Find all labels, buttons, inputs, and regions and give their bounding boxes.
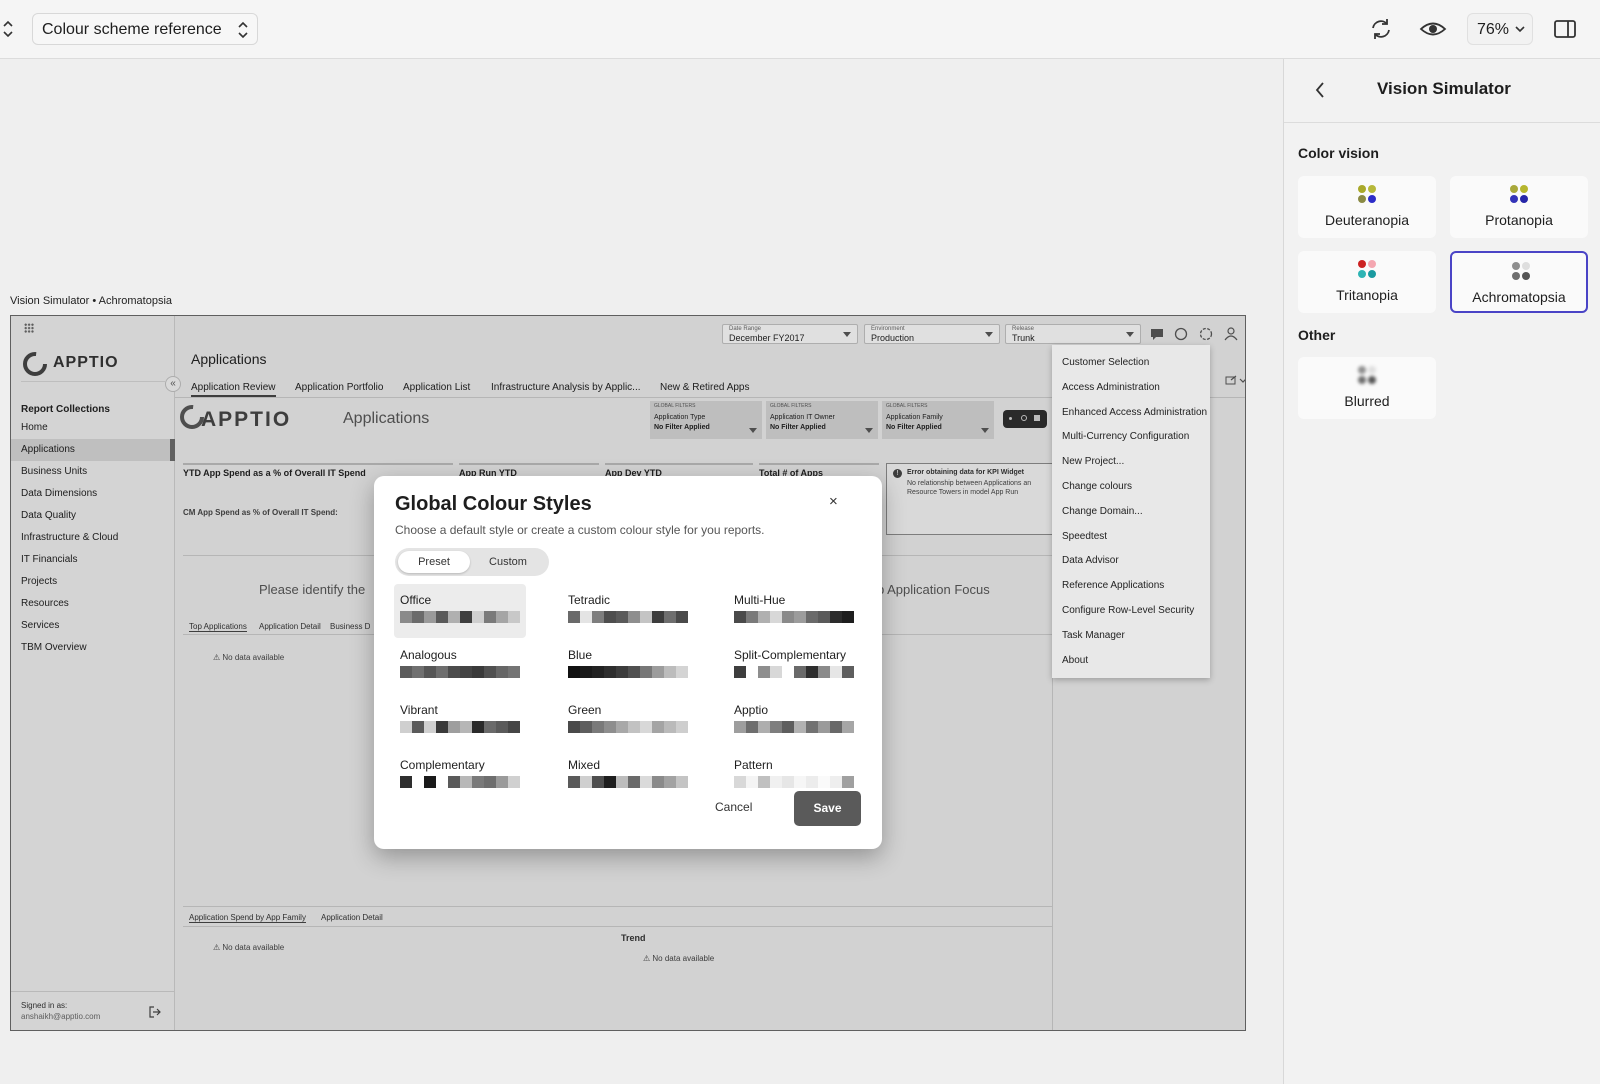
vision-option-tritanopia[interactable]: Tritanopia [1298, 251, 1436, 313]
colour-strip [568, 721, 688, 733]
style-tetradic[interactable]: Tetradic [562, 584, 694, 638]
colour-strip [400, 666, 520, 678]
vision-option-label: Deuteranopia [1324, 212, 1410, 228]
colour-strip [568, 666, 688, 678]
preset-tab[interactable]: Preset [398, 551, 470, 573]
vision-option-label: Blurred [1344, 393, 1390, 409]
style-name: Pattern [734, 758, 773, 772]
vision-option-label: Tritanopia [1336, 287, 1398, 303]
cancel-button[interactable]: Cancel [715, 800, 752, 814]
style-mixed[interactable]: Mixed [562, 749, 694, 803]
refresh-icon[interactable] [1366, 14, 1396, 44]
modal-subtitle: Choose a default style or create a custo… [395, 523, 765, 537]
color-vision-heading: Color vision [1298, 145, 1379, 161]
style-complementary[interactable]: Complementary [394, 749, 526, 803]
chevron-updown-icon [237, 18, 249, 47]
style-name: Green [568, 703, 602, 717]
vision-option-label: Protanopia [1485, 212, 1553, 228]
document-select-label: Colour scheme reference [42, 21, 222, 38]
other-heading: Other [1298, 327, 1336, 343]
colour-strip [734, 666, 854, 678]
colour-strip [568, 611, 688, 623]
protanopia-dots-icon [1510, 185, 1530, 205]
vision-option-blurred[interactable]: Blurred [1298, 357, 1436, 419]
style-blue[interactable]: Blue [562, 639, 694, 693]
menu-item-multi-currency-configuration[interactable]: Multi-Currency Configuration [1062, 431, 1189, 442]
menu-item-reference-applications[interactable]: Reference Applications [1062, 580, 1164, 591]
style-green[interactable]: Green [562, 694, 694, 748]
style-name: Vibrant [400, 703, 438, 717]
menu-item-change-domain-[interactable]: Change Domain... [1062, 506, 1143, 517]
tritanopia-dots-icon [1358, 260, 1378, 280]
style-name: Analogous [400, 648, 457, 662]
zoom-select[interactable]: 76% [1467, 13, 1533, 45]
style-name: Multi-Hue [734, 593, 786, 607]
sidebar-toggle-icon[interactable] [1550, 14, 1580, 44]
deuteranopia-dots-icon [1358, 185, 1378, 205]
menu-item-configure-row-level-security[interactable]: Configure Row-Level Security [1062, 605, 1194, 616]
save-button[interactable]: Save [794, 791, 861, 826]
colour-strip [400, 776, 520, 788]
menu-item-speedtest[interactable]: Speedtest [1062, 531, 1107, 542]
custom-tab[interactable]: Custom [471, 551, 545, 573]
menu-item-about[interactable]: About [1062, 655, 1088, 666]
canvas-label: Vision Simulator • Achromatopsia [10, 295, 173, 307]
vision-simulator-panel: Vision Simulator Color vision Deuteranop… [1283, 59, 1600, 1084]
top-toolbar: Colour scheme reference 76% [0, 0, 1600, 59]
colour-strip [734, 611, 854, 623]
menu-item-new-project-[interactable]: New Project... [1062, 456, 1124, 467]
preset-custom-toggle: Preset Custom [395, 548, 549, 576]
vision-option-achromatopsia[interactable]: Achromatopsia [1450, 251, 1588, 313]
menu-item-data-advisor[interactable]: Data Advisor [1062, 555, 1119, 566]
eye-icon[interactable] [1418, 14, 1448, 44]
style-name: Tetradic [568, 593, 611, 607]
back-chevron-icon[interactable] [1314, 81, 1326, 99]
menu-item-change-colours[interactable]: Change colours [1062, 481, 1132, 492]
modal-title: Global Colour Styles [395, 493, 592, 515]
style-name: Office [400, 593, 432, 607]
vision-option-label: Achromatopsia [1472, 289, 1566, 305]
style-name: Split-Complementary [734, 648, 847, 662]
style-analogous[interactable]: Analogous [394, 639, 526, 693]
colour-strip [568, 776, 688, 788]
menu-item-enhanced-access-administration[interactable]: Enhanced Access Administration [1062, 407, 1207, 418]
menu-item-access-administration[interactable]: Access Administration [1062, 382, 1160, 393]
colour-strip [734, 776, 854, 788]
achromatopsia-dots-icon [1512, 262, 1532, 282]
colour-strip [400, 611, 520, 623]
close-icon[interactable]: × [829, 493, 838, 510]
style-multi-hue[interactable]: Multi-Hue [728, 584, 860, 638]
chevron-down-icon [1515, 26, 1525, 33]
admin-dropdown-menu: Customer Selection Access Administration E… [1052, 345, 1210, 678]
colour-strip [400, 721, 520, 733]
menu-item-customer-selection[interactable]: Customer Selection [1062, 357, 1149, 368]
chevron-updown-icon[interactable] [2, 17, 14, 41]
panel-title: Vision Simulator [1377, 79, 1511, 98]
menu-item-task-manager[interactable]: Task Manager [1062, 630, 1125, 641]
colour-strip [734, 721, 854, 733]
vision-option-protanopia[interactable]: Protanopia [1450, 176, 1588, 238]
style-office[interactable]: Office [394, 584, 526, 638]
style-name: Mixed [568, 758, 601, 772]
panel-header: Vision Simulator [1284, 59, 1600, 123]
document-select[interactable]: Colour scheme reference [32, 13, 258, 45]
vision-option-deuteranopia[interactable]: Deuteranopia [1298, 176, 1436, 238]
blurred-dots-icon [1358, 366, 1378, 386]
global-colour-styles-modal: Global Colour Styles × Choose a default … [374, 476, 882, 849]
zoom-value: 76% [1477, 21, 1510, 38]
style-split-complementary[interactable]: Split-Complementary [728, 639, 860, 693]
style-name: Blue [568, 648, 593, 662]
style-name: Apptio [734, 703, 769, 717]
style-vibrant[interactable]: Vibrant [394, 694, 526, 748]
style-apptio[interactable]: Apptio [728, 694, 860, 748]
style-name: Complementary [400, 758, 485, 772]
